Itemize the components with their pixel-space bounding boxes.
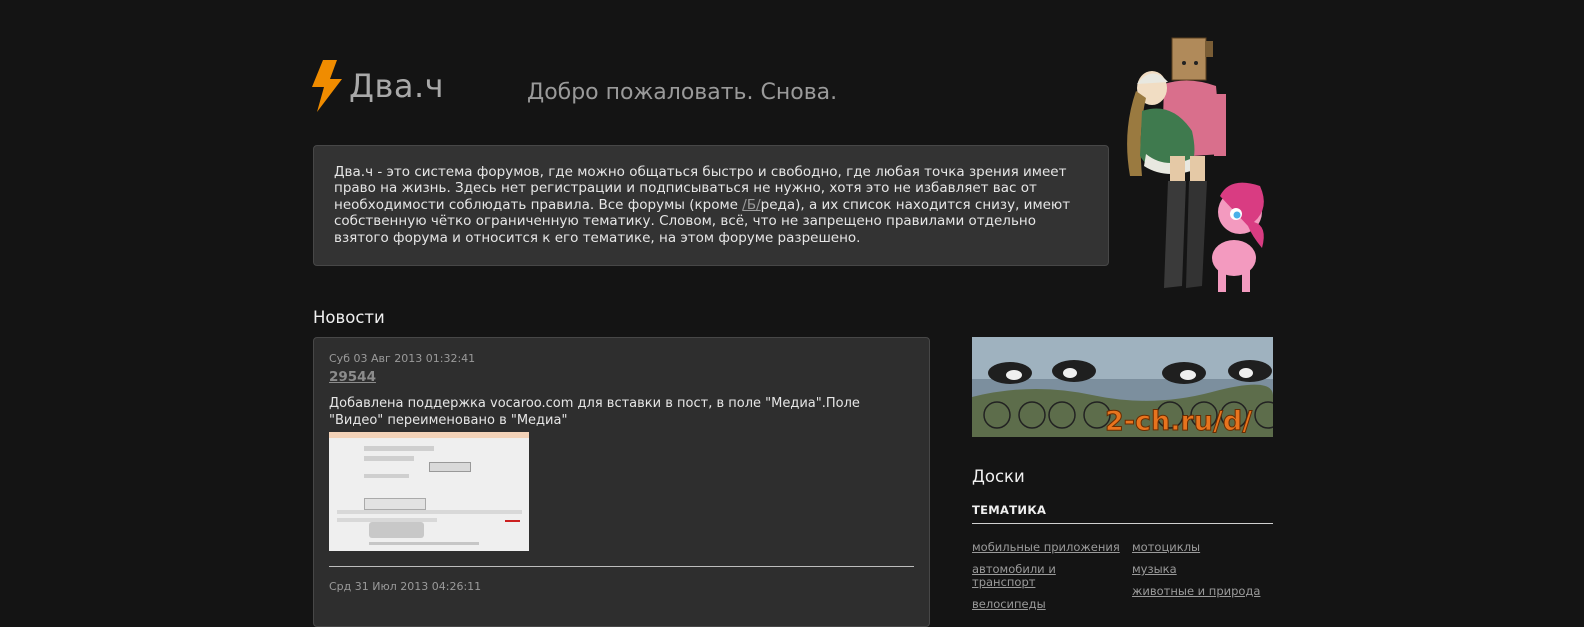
board-list-column-2: мотоциклы музыка животные и природа xyxy=(1132,541,1282,607)
svg-text:2-ch.ru/d/: 2-ch.ru/d/ xyxy=(1105,406,1252,437)
b-board-link[interactable]: /Б/ xyxy=(742,197,760,213)
board-category-heading: ТЕМАТИКА xyxy=(972,503,1273,524)
boards-heading: Доски xyxy=(972,467,1025,486)
news-date: Срд 31 Июл 2013 04:26:11 xyxy=(329,580,482,593)
cows-on-bicycles-banner-image: 2-ch.ru/d/ xyxy=(972,337,1273,437)
news-date: Суб 03 Авг 2013 01:32:41 xyxy=(329,352,476,365)
mascot-illustration xyxy=(1127,37,1264,292)
site-logo[interactable]: Два.ч xyxy=(311,60,444,112)
board-list-column-1: мобильные приложения автомобили и трансп… xyxy=(972,541,1122,620)
tagline: Добро пожаловать. Снова. xyxy=(527,80,838,105)
board-link-animals[interactable]: животные и природа xyxy=(1132,585,1282,598)
news-item: Суб 03 Авг 2013 01:32:41 29544 Добавлена… xyxy=(329,352,914,567)
intro-text-block: Два.ч - это система форумов, где можно о… xyxy=(313,145,1109,266)
news-item: Срд 31 Июл 2013 04:26:11 xyxy=(329,580,914,593)
board-banner[interactable]: 2-ch.ru/d/ xyxy=(972,337,1273,437)
news-screenshot-image[interactable] xyxy=(329,432,529,551)
board-link-motorcycles[interactable]: мотоциклы xyxy=(1132,541,1282,554)
news-heading: Новости xyxy=(313,308,385,327)
news-panel: Суб 03 Авг 2013 01:32:41 29544 Добавлена… xyxy=(313,337,930,627)
board-link-mobile-apps[interactable]: мобильные приложения xyxy=(972,541,1122,554)
news-separator xyxy=(329,566,914,567)
board-link-music[interactable]: музыка xyxy=(1132,563,1282,576)
board-link-cars[interactable]: автомобили и транспорт xyxy=(972,563,1122,589)
lightning-bolt-icon xyxy=(312,60,342,112)
news-text: Добавлена поддержка vocaroo.com для вста… xyxy=(329,396,860,428)
site-name: Два.ч xyxy=(349,67,445,105)
news-post-link[interactable]: 29544 xyxy=(329,369,376,385)
